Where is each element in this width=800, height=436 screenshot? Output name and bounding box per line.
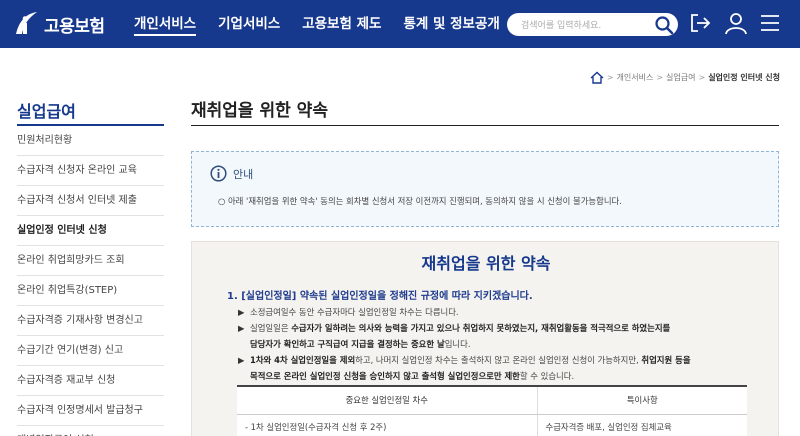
- sidebar-item-certificate-request[interactable]: 수급자격 인정명세서 발급청구: [17, 396, 164, 426]
- breadcrumb-separator: >: [656, 73, 664, 82]
- title-divider: [191, 125, 779, 126]
- nav-statistics[interactable]: 통계 및 정보공개: [403, 0, 499, 48]
- sidebar-item-online-education[interactable]: 수급자격 신청자 온라인 교육: [17, 156, 164, 186]
- bullet-text: 입니다.: [444, 339, 471, 349]
- sidebar-item-change-report[interactable]: 수급자격증 기재사항 변경신고: [17, 306, 164, 336]
- important-dates-table: 중요한 실업인정일 차수 특이사항 - 1차 실업인정일(수급자격 신청 후 2…: [237, 385, 747, 436]
- bullet-emphasis: 수급자가 일하려는 의사와 능력을 가지고 있으나 취업하지 못하였는지, 재취…: [291, 323, 671, 333]
- table-header-row: 중요한 실업인정일 차수 특이사항: [237, 385, 747, 415]
- page-title: 재취업을 위한 약속: [191, 101, 328, 121]
- breadcrumb-separator: >: [698, 73, 706, 82]
- notice-box: 안내 ○ 아래 '재취업을 위한 약속' 동의는 회차별 신청서 저장 이전까지…: [191, 151, 779, 227]
- breadcrumb-item[interactable]: 개인서비스: [617, 72, 654, 83]
- sidebar-item-reissue[interactable]: 수급자격증 재교부 신청: [17, 366, 164, 396]
- sidebar-item-processing-status[interactable]: 민원처리현황: [17, 126, 164, 156]
- table-cell: 수급자격증 배포, 실업인정 집체교육: [537, 414, 747, 436]
- table-cell: - 1차 실업인정일(수급자격 신청 후 2주): [237, 414, 538, 436]
- logo-text: 고용보험: [44, 16, 105, 37]
- bullet-text: 할 수 있습니다.: [519, 371, 575, 381]
- sidebar-title: 실업급여: [17, 102, 76, 121]
- sidebar-item-step-lecture[interactable]: 온라인 취업특강(STEP): [17, 276, 164, 306]
- bullet-emphasis: 담당자가 확인하고 구직급여 지급을 결정하는 중요한 날: [250, 339, 445, 349]
- logo[interactable]: 고용보험: [10, 8, 105, 40]
- nav-personal-services[interactable]: 개인서비스: [134, 0, 197, 48]
- notice-label: 안내: [233, 167, 254, 181]
- sidebar-item-internet-submission[interactable]: 수급자격 신청서 인터넷 제출: [17, 186, 164, 216]
- bullet-text: 소정급여일수 동안 수급자마다 실업인정일 차수는 다릅니다.: [250, 307, 459, 317]
- breadcrumb-item[interactable]: 실업급여: [666, 72, 695, 83]
- menu-icon[interactable]: [758, 11, 782, 35]
- bullet-marker: ▶: [238, 355, 245, 365]
- pledge-bullet: ▶ 소정급여일수 동안 수급자마다 실업인정일 차수는 다릅니다.: [238, 306, 459, 318]
- info-icon: [210, 165, 227, 182]
- pledge-panel: 재취업을 위한 약속 1. [실업인정일] 약속된 실업인정일을 정해진 규정에…: [191, 241, 779, 436]
- pledge-heading: 1. [실업인정일] 약속된 실업인정일을 정해진 규정에 따라 지키겠습니다.: [227, 291, 533, 302]
- sidebar-item-period-extension[interactable]: 수급기간 연기(변경) 신고: [17, 336, 164, 366]
- bullet-emphasis: 1차와 4차 실업인정일을 제외: [250, 355, 356, 365]
- search-box: [507, 13, 678, 38]
- notice-text: ○ 아래 '재취업을 위한 약속' 동의는 회차별 신청서 저장 이전까지 진행…: [218, 196, 622, 206]
- pledge-bullet: ▶ 1차와 4차 실업인정일을 제외하고, 나머지 실업인정 차수는 출석하지 않…: [238, 354, 691, 366]
- search-input[interactable]: [507, 14, 647, 38]
- pledge-bullet-continued: 담당자가 확인하고 구직급여 지급을 결정하는 중요한 날입니다.: [250, 338, 471, 350]
- table-header-cell: 특이사항: [537, 385, 747, 415]
- bullet-text: 실업일일은: [250, 323, 292, 333]
- logout-icon[interactable]: [688, 11, 712, 35]
- sidebar-menu: 민원처리현황 수급자격 신청자 온라인 교육 수급자격 신청서 인터넷 제출 실…: [17, 126, 164, 436]
- bullet-emphasis: 목적으로 온라인 실업인정 신청을 승인하지 않고 출석형 실업인정으로만 제한: [250, 371, 520, 381]
- breadcrumb: > 개인서비스 > 실업급여 > 실업인정 인터넷 신청: [590, 71, 780, 84]
- breadcrumb-separator: >: [606, 73, 614, 82]
- table-header-cell: 중요한 실업인정일 차수: [237, 385, 538, 415]
- pledge-bullet-continued: 목적으로 온라인 실업인정 신청을 승인하지 않고 출석형 실업인정으로만 제한…: [250, 370, 574, 382]
- pledge-title: 재취업을 위한 약속: [421, 254, 551, 273]
- bullet-marker: ▶: [238, 307, 245, 317]
- sidebar-item-extended-benefit[interactable]: 개별연장급여 신청: [17, 426, 164, 436]
- search-icon[interactable]: [654, 15, 674, 35]
- bullet-marker: ▶: [238, 323, 245, 333]
- notice-header: 안내: [210, 165, 253, 182]
- user-icon[interactable]: [724, 11, 748, 35]
- top-header: 고용보험 개인서비스 기업서비스 고용보험 제도 통계 및 정보공개: [0, 0, 800, 48]
- bullet-emphasis: 취업지원 등을: [641, 355, 691, 365]
- nav-business-services[interactable]: 기업서비스: [218, 0, 280, 48]
- breadcrumb-current: 실업인정 인터넷 신청: [708, 73, 780, 82]
- home-icon[interactable]: [590, 71, 604, 84]
- nav-insurance-system[interactable]: 고용보험 제도: [302, 0, 381, 48]
- bullet-text: 하고, 나머지 실업인정 차수는 출석하지 않고 온라인 실업인정 신청이 가능…: [355, 355, 642, 365]
- pledge-bullet: ▶ 실업일일은 수급자가 일하려는 의사와 능력을 가지고 있으나 취업하지 못하…: [238, 322, 670, 334]
- logo-mark-icon: [16, 12, 37, 34]
- sidebar-item-job-card[interactable]: 온라인 취업희망카드 조회: [17, 246, 164, 276]
- table-row: - 1차 실업인정일(수급자격 신청 후 2주) 수급자격증 배포, 실업인정 …: [237, 414, 747, 436]
- sidebar-item-unemployment-recognition[interactable]: 실업인정 인터넷 신청: [17, 216, 164, 246]
- main-nav: 개인서비스 기업서비스 고용보험 제도 통계 및 정보공개: [134, 0, 522, 48]
